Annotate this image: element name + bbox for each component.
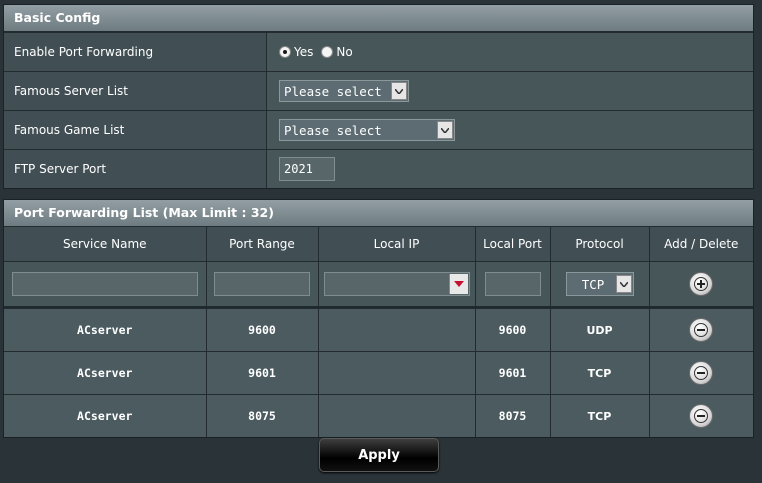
service-name-cell: ACserver xyxy=(4,308,207,352)
service-name-cell: ACserver xyxy=(4,394,207,437)
famous-game-list-row: Famous Game List Please select xyxy=(4,110,753,149)
service-name-cell: ACserver xyxy=(4,351,207,395)
enable-port-forwarding-row: Enable Port Forwarding Yes No xyxy=(4,32,753,71)
famous-server-select[interactable]: Please select xyxy=(279,80,409,102)
famous-server-list-label: Famous Server List xyxy=(4,72,267,110)
port-range-input[interactable] xyxy=(214,272,310,296)
chevron-down-icon xyxy=(615,275,632,293)
famous-server-select-value: Please select xyxy=(284,83,382,99)
port-range-cell: 8075 xyxy=(206,394,319,437)
remove-icon[interactable] xyxy=(689,318,714,342)
column-header: Local Port xyxy=(475,227,551,262)
ftp-server-port-row: FTP Server Port 2021 xyxy=(4,149,753,188)
port-range-cell: 9600 xyxy=(206,308,319,352)
protocol-cell: UDP xyxy=(550,308,650,352)
add-icon[interactable] xyxy=(689,272,714,296)
radio-yes-icon[interactable] xyxy=(279,46,291,58)
remove-icon[interactable] xyxy=(689,404,714,428)
service-name-input[interactable] xyxy=(11,272,198,296)
protocol-cell: TCP xyxy=(550,351,650,395)
column-header: Protocol xyxy=(550,227,650,262)
local-ip-cell xyxy=(318,351,476,395)
radio-yes-label[interactable]: Yes xyxy=(294,45,313,59)
ftp-server-port-label: FTP Server Port xyxy=(4,150,267,188)
enable-port-forwarding-options: Yes No xyxy=(267,33,753,71)
local-ip-cell xyxy=(318,394,476,437)
chevron-down-icon xyxy=(437,121,453,139)
remove-icon[interactable] xyxy=(689,361,714,385)
local-ip-combo[interactable] xyxy=(323,272,470,296)
famous-server-list-cell: Please select xyxy=(267,72,753,110)
table-row: ACserver 9601 9601 TCP xyxy=(4,351,753,395)
table-row: ACserver 8075 8075 TCP xyxy=(4,394,753,437)
port-forwarding-list-title: Port Forwarding List (Max Limit : 32) xyxy=(4,200,753,227)
port-range-cell: 9601 xyxy=(206,351,319,395)
column-header: Local IP xyxy=(318,227,476,262)
famous-game-select[interactable]: Please select xyxy=(279,119,455,141)
ftp-server-port-cell: 2021 xyxy=(267,150,753,188)
local-port-cell: 9600 xyxy=(475,308,551,352)
local-port-input[interactable] xyxy=(484,272,541,296)
protocol-cell: TCP xyxy=(550,394,650,437)
basic-config-panel: Basic Config Enable Port Forwarding Yes … xyxy=(3,4,754,189)
port-forwarding-list-panel: Port Forwarding List (Max Limit : 32) Se… xyxy=(3,199,754,438)
table-header-row: Service Name Port Range Local IP Local P… xyxy=(4,227,753,262)
radio-no-icon[interactable] xyxy=(321,46,334,58)
chevron-down-icon xyxy=(391,82,407,100)
local-port-cell: 9601 xyxy=(475,351,551,395)
radio-no-label[interactable]: No xyxy=(336,45,352,59)
famous-game-list-cell: Please select xyxy=(267,111,753,149)
protocol-select[interactable]: TCP xyxy=(565,272,634,296)
table-row: ACserver 9600 9600 UDP xyxy=(4,308,753,352)
protocol-select-value: TCP xyxy=(581,276,605,292)
enable-port-forwarding-label: Enable Port Forwarding xyxy=(4,33,267,71)
column-header: Add / Delete xyxy=(649,227,753,262)
famous-server-list-row: Famous Server List Please select xyxy=(4,71,753,110)
chevron-down-icon[interactable] xyxy=(448,274,468,294)
column-header: Service Name xyxy=(4,227,207,262)
apply-button[interactable]: Apply xyxy=(319,438,439,472)
port-forwarding-table: Service Name Port Range Local IP Local P… xyxy=(4,227,753,437)
column-header: Port Range xyxy=(206,227,319,262)
local-ip-cell xyxy=(318,308,476,352)
new-entry-row: TCP xyxy=(4,261,753,306)
famous-game-select-value: Please select xyxy=(284,122,382,138)
ftp-server-port-input[interactable]: 2021 xyxy=(279,157,335,181)
basic-config-title: Basic Config xyxy=(4,5,753,32)
local-port-cell: 8075 xyxy=(475,394,551,437)
famous-game-list-label: Famous Game List xyxy=(4,111,267,149)
